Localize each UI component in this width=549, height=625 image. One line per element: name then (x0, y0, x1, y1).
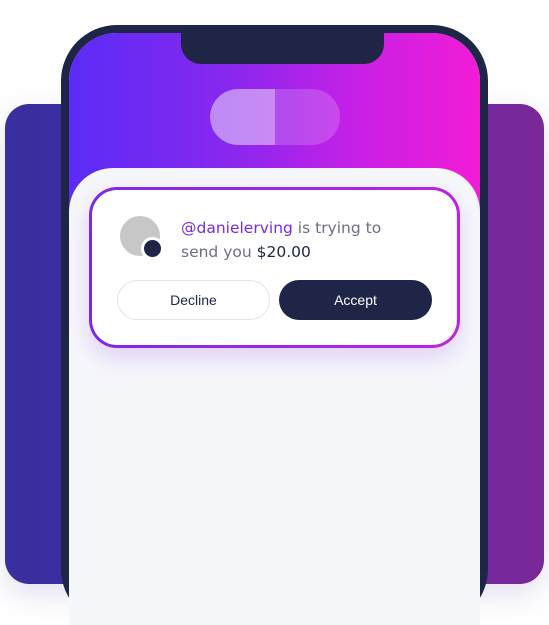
request-message: @danielerving is trying to send you $20.… (181, 216, 421, 264)
request-amount: $20.00 (256, 243, 311, 261)
payment-request-card: @danielerving is trying to send you $20.… (89, 187, 460, 348)
user-handle-link[interactable]: @danielerving (181, 219, 293, 237)
segmented-toggle[interactable] (210, 89, 340, 145)
phone-notch (181, 33, 384, 64)
accept-button[interactable]: Accept (279, 280, 432, 320)
toggle-active-segment[interactable] (210, 89, 275, 145)
payment-request-card-body: @danielerving is trying to send you $20.… (92, 190, 457, 345)
avatar-status-badge (141, 237, 164, 260)
decline-button[interactable]: Decline (117, 280, 270, 320)
